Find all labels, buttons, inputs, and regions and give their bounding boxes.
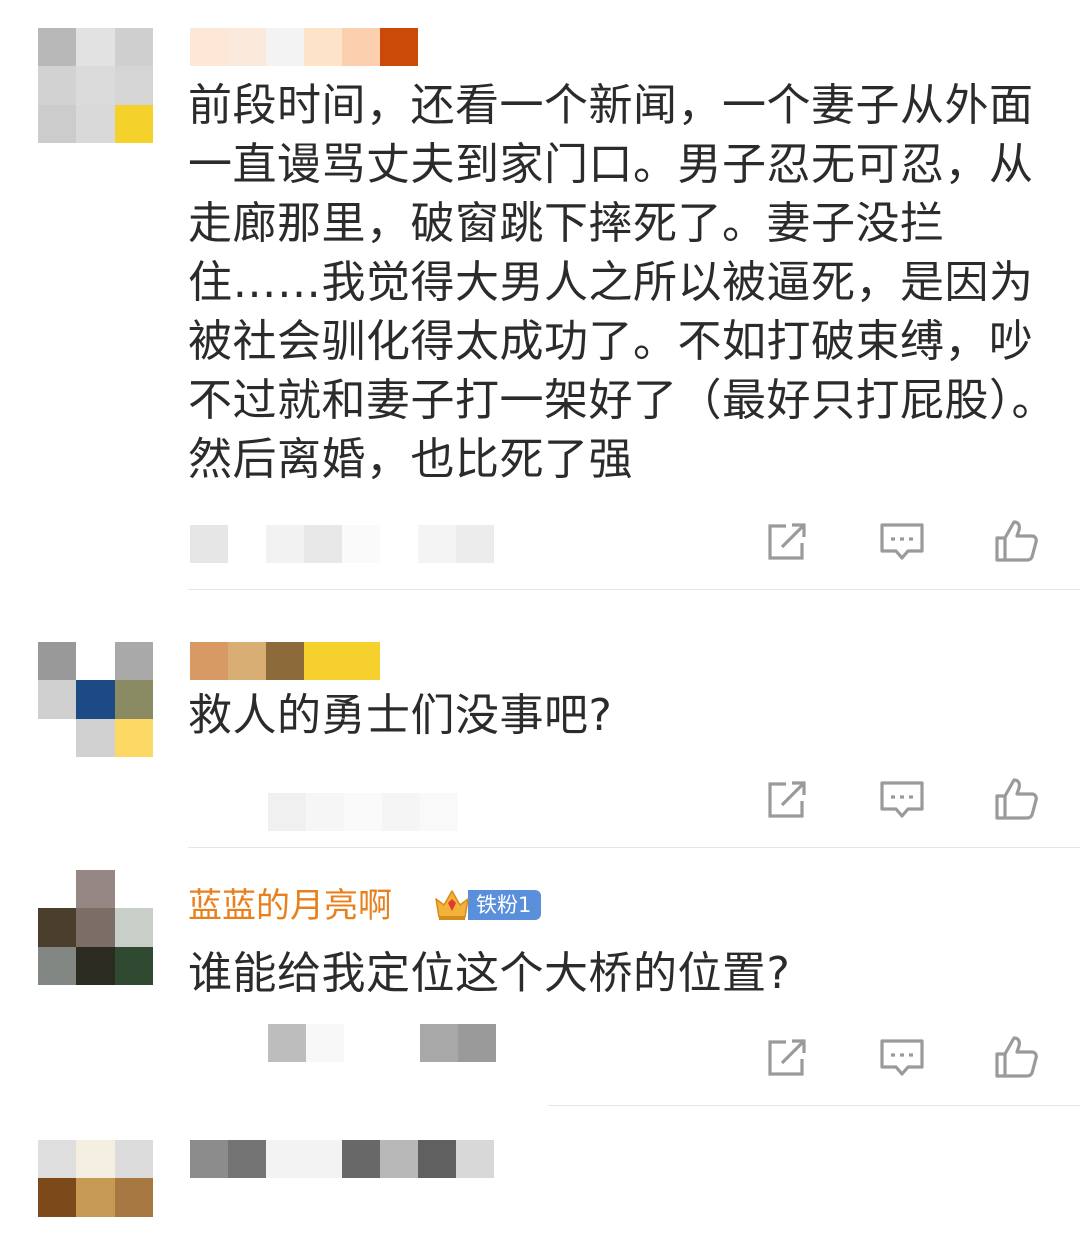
avatar-pixel xyxy=(114,66,153,105)
avatar[interactable] xyxy=(38,870,153,985)
username-pixel xyxy=(228,1140,266,1178)
username-pixel xyxy=(342,28,380,66)
avatar-pixel xyxy=(38,1140,77,1179)
avatar-pixel xyxy=(38,908,77,947)
thumbs-up-icon[interactable] xyxy=(992,775,1040,823)
avatar-pixel xyxy=(114,642,153,681)
comment-meta-redacted xyxy=(190,525,494,563)
comment-item: 蓝蓝的月亮啊 铁粉1 谁能给我定位这个大桥的位置? xyxy=(0,848,1080,1106)
avatar-pixel xyxy=(114,908,153,947)
username-pixel xyxy=(266,28,304,66)
username-redacted[interactable] xyxy=(190,642,380,680)
share-icon[interactable] xyxy=(764,517,812,565)
comment-icon[interactable] xyxy=(878,775,926,823)
username-pixel xyxy=(304,1140,342,1178)
avatar-pixel xyxy=(114,718,153,757)
avatar-pixel xyxy=(38,946,77,985)
avatar-pixel xyxy=(76,1216,115,1255)
username-pixel xyxy=(380,1140,418,1178)
thumbs-up-icon[interactable] xyxy=(992,517,1040,565)
avatar-pixel xyxy=(76,104,115,143)
avatar-pixel xyxy=(114,104,153,143)
comment-icon[interactable] xyxy=(878,517,926,565)
username-redacted[interactable] xyxy=(190,28,418,66)
username-pixel xyxy=(380,28,418,66)
comment-text: 救人的勇士们没事吧? xyxy=(188,690,613,741)
comment-item: 前段时间，还看一个新闻，一个妻子从外面一直谩骂丈夫到家门口。男子忍无可忍，从走廊… xyxy=(0,0,1080,590)
avatar-pixel xyxy=(76,642,115,681)
comment-icon[interactable] xyxy=(878,1033,926,1081)
avatar-pixel xyxy=(76,680,115,719)
avatar-pixel xyxy=(114,1140,153,1179)
username-pixel xyxy=(342,642,380,680)
avatar-pixel xyxy=(38,1216,77,1255)
comment-text: 谁能给我定位这个大桥的位置? xyxy=(188,948,791,999)
avatar-pixel xyxy=(114,870,153,909)
comment-text: 前段时间，还看一个新闻，一个妻子从外面一直谩骂丈夫到家门口。男子忍无可忍，从走廊… xyxy=(188,80,1056,485)
avatar-pixel xyxy=(76,28,115,67)
comment-item: 救人的勇士们没事吧? xyxy=(0,590,1080,848)
fan-badge-label: 铁粉1 xyxy=(468,890,542,920)
avatar-pixel xyxy=(114,946,153,985)
avatar-pixel xyxy=(76,1140,115,1179)
crown-icon xyxy=(435,890,469,920)
comment-actions xyxy=(764,1033,1040,1081)
avatar-pixel xyxy=(76,870,115,909)
avatar-pixel xyxy=(38,28,77,67)
username-pixel xyxy=(190,1140,228,1178)
avatar-pixel xyxy=(38,1178,77,1217)
avatar-pixel xyxy=(38,642,77,681)
avatar-pixel xyxy=(114,680,153,719)
avatar-pixel xyxy=(76,718,115,757)
comment-item xyxy=(0,1106,1080,1255)
avatar-pixel xyxy=(38,870,77,909)
username-pixel xyxy=(190,642,228,680)
username-pixel xyxy=(228,28,266,66)
username-pixel xyxy=(418,1140,456,1178)
comment-actions xyxy=(764,775,1040,823)
username[interactable]: 蓝蓝的月亮啊 xyxy=(188,886,392,926)
avatar-pixel xyxy=(114,28,153,67)
avatar-pixel xyxy=(76,1178,115,1217)
username-pixel xyxy=(266,642,304,680)
avatar-pixel xyxy=(76,66,115,105)
comment-meta-redacted xyxy=(268,793,458,831)
username-pixel xyxy=(304,28,342,66)
avatar[interactable] xyxy=(38,1140,153,1255)
username-pixel xyxy=(456,1140,494,1178)
avatar-pixel xyxy=(38,680,77,719)
avatar-pixel xyxy=(38,718,77,757)
username-pixel xyxy=(190,28,228,66)
comment-meta-redacted xyxy=(268,1024,496,1062)
fan-badge: 铁粉1 xyxy=(432,888,542,922)
avatar-pixel xyxy=(114,1216,153,1255)
avatar-pixel xyxy=(76,946,115,985)
username-redacted[interactable] xyxy=(190,1140,494,1178)
username-pixel xyxy=(266,1140,304,1178)
avatar[interactable] xyxy=(38,28,153,143)
avatar[interactable] xyxy=(38,642,153,757)
username-pixel xyxy=(304,642,342,680)
comment-actions xyxy=(764,517,1040,565)
avatar-pixel xyxy=(76,908,115,947)
username-pixel xyxy=(342,1140,380,1178)
username-pixel xyxy=(228,642,266,680)
thumbs-up-icon[interactable] xyxy=(992,1033,1040,1081)
avatar-pixel xyxy=(114,1178,153,1217)
share-icon[interactable] xyxy=(764,775,812,823)
share-icon[interactable] xyxy=(764,1033,812,1081)
avatar-pixel xyxy=(38,104,77,143)
avatar-pixel xyxy=(38,66,77,105)
